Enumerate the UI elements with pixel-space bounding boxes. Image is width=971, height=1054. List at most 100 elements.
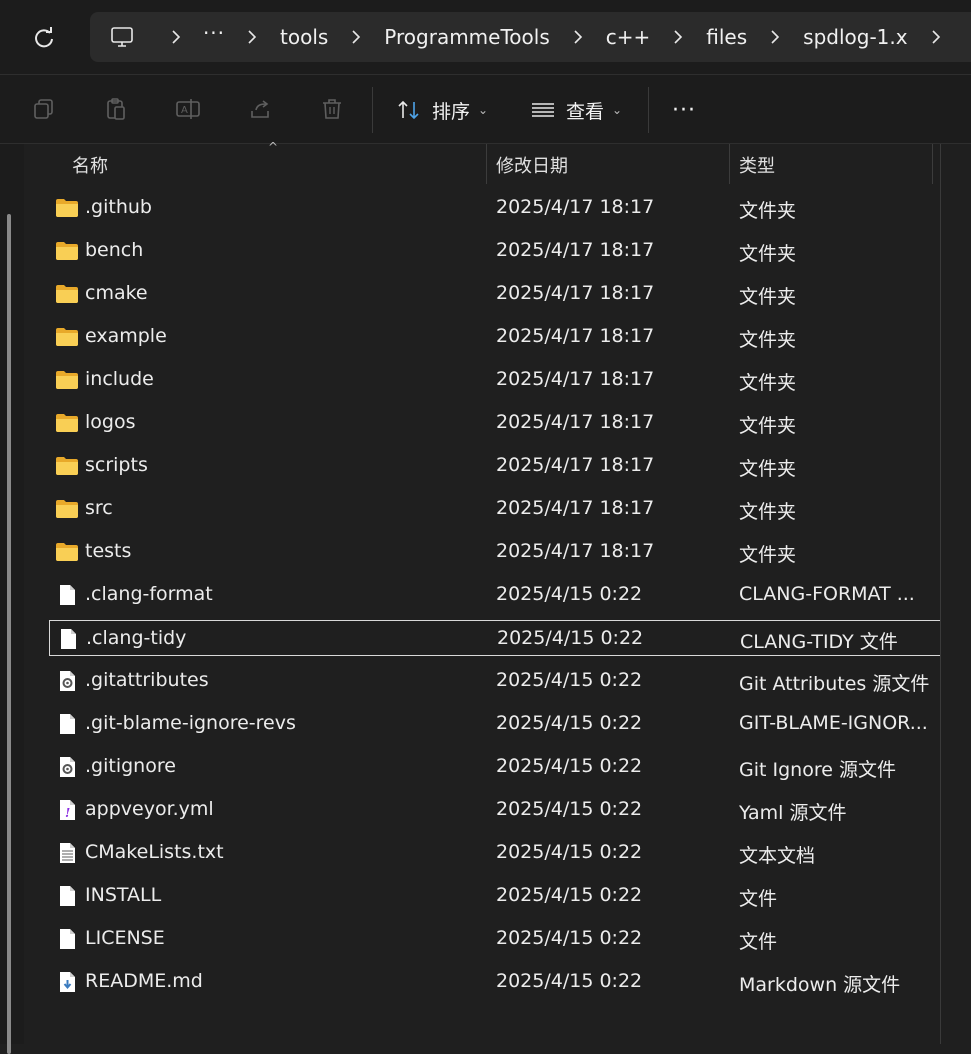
column-name-header[interactable]: 名称 bbox=[72, 152, 108, 178]
file-name: .github bbox=[85, 196, 152, 218]
file-row[interactable]: .clang-tidy 2025/4/15 0:22 CLANG-TIDY 文件 bbox=[49, 620, 940, 656]
file-type: 文件夹 bbox=[739, 501, 797, 523]
folder-icon bbox=[55, 239, 79, 263]
file-modified-date: 2025/4/17 18:17 bbox=[496, 239, 655, 261]
see-more-button[interactable]: ··· bbox=[672, 89, 696, 131]
file-name: bench bbox=[85, 239, 144, 261]
breadcrumb-programmetools[interactable]: ProgrammeTools bbox=[378, 25, 555, 49]
paste-icon[interactable] bbox=[102, 95, 130, 123]
svg-text:A: A bbox=[181, 105, 188, 116]
folder-icon bbox=[55, 325, 79, 349]
column-date-header[interactable]: 修改日期 bbox=[496, 152, 568, 178]
file-name: LICENSE bbox=[85, 927, 165, 949]
file-icon bbox=[55, 884, 79, 908]
file-row[interactable]: include 2025/4/17 18:17 文件夹 bbox=[49, 362, 940, 398]
file-row[interactable]: LICENSE 2025/4/15 0:22 文件 bbox=[49, 921, 940, 957]
file-icon bbox=[55, 712, 79, 736]
column-resize-handle[interactable] bbox=[932, 144, 933, 184]
file-name: logos bbox=[85, 411, 136, 433]
share-icon[interactable] bbox=[246, 95, 274, 123]
sort-label: 排序 bbox=[432, 100, 471, 123]
command-bar: A 排序 ⌄ 查看 ⌄ ··· bbox=[0, 74, 971, 144]
file-row[interactable]: .gitignore 2025/4/15 0:22 Git Ignore 源文件 bbox=[49, 749, 940, 785]
breadcrumb-cpp[interactable]: c++ bbox=[600, 25, 657, 49]
folder-icon bbox=[55, 540, 79, 564]
file-modified-date: 2025/4/15 0:22 bbox=[496, 841, 643, 863]
file-type: CLANG-FORMAT ... bbox=[739, 583, 915, 605]
column-resize-handle[interactable] bbox=[729, 144, 730, 184]
refresh-icon bbox=[35, 27, 53, 48]
file-list-pane: ^ 名称 修改日期 类型 .github 2025/4/17 18:17 文件夹 be… bbox=[0, 140, 971, 1054]
view-label: 查看 bbox=[566, 100, 605, 123]
chevron-right-icon[interactable] bbox=[334, 30, 378, 44]
file-row[interactable]: .clang-format 2025/4/15 0:22 CLANG-FORMAT … bbox=[49, 577, 940, 613]
file-row[interactable]: ! appveyor.yml 2025/4/15 0:22 Yaml 源文件 bbox=[49, 792, 940, 828]
file-modified-date: 2025/4/17 18:17 bbox=[496, 196, 655, 218]
file-row[interactable]: CMakeLists.txt 2025/4/15 0:22 文本文档 bbox=[49, 835, 940, 871]
scrollbar[interactable] bbox=[7, 214, 11, 1054]
file-name: .clang-format bbox=[85, 583, 213, 605]
refresh-button[interactable] bbox=[22, 16, 66, 60]
breadcrumb-tools[interactable]: tools bbox=[274, 25, 334, 49]
breadcrumb-spdlog[interactable]: spdlog-1.x bbox=[797, 25, 913, 49]
file-type: 文件 bbox=[739, 888, 778, 910]
breadcrumb-files[interactable]: files bbox=[700, 25, 753, 49]
folder-icon bbox=[55, 368, 79, 392]
chevron-down-icon: ⌄ bbox=[612, 103, 623, 117]
chevron-right-icon[interactable] bbox=[753, 30, 797, 44]
this-pc-icon[interactable] bbox=[90, 26, 154, 48]
file-row[interactable]: example 2025/4/17 18:17 文件夹 bbox=[49, 319, 940, 355]
file-row[interactable]: logos 2025/4/17 18:17 文件夹 bbox=[49, 405, 940, 441]
file-name: tests bbox=[85, 540, 132, 562]
file-modified-date: 2025/4/15 0:22 bbox=[496, 712, 643, 734]
yaml-file-icon: ! bbox=[55, 798, 79, 822]
file-row[interactable]: scripts 2025/4/17 18:17 文件夹 bbox=[49, 448, 940, 484]
file-name: .clang-tidy bbox=[86, 627, 187, 649]
toolbar-divider bbox=[648, 87, 649, 133]
chevron-right-icon[interactable] bbox=[230, 30, 274, 44]
file-type: Markdown 源文件 bbox=[739, 974, 901, 996]
copy-icon[interactable] bbox=[30, 95, 58, 123]
sort-ascending-icon: ^ bbox=[268, 140, 279, 154]
file-type: 文件夹 bbox=[739, 458, 797, 480]
file-modified-date: 2025/4/15 0:22 bbox=[496, 970, 643, 992]
file-row[interactable]: INSTALL 2025/4/15 0:22 文件 bbox=[49, 878, 940, 914]
file-name: src bbox=[85, 497, 113, 519]
column-type-header[interactable]: 类型 bbox=[739, 152, 775, 178]
file-modified-date: 2025/4/17 18:17 bbox=[496, 411, 655, 433]
toolbar-divider bbox=[372, 87, 373, 133]
rename-icon[interactable]: A bbox=[174, 95, 202, 123]
chevron-right-icon[interactable] bbox=[154, 30, 198, 44]
file-row[interactable]: .git-blame-ignore-revs 2025/4/15 0:22 GIT-… bbox=[49, 706, 940, 742]
file-row[interactable]: README.md 2025/4/15 0:22 Markdown 源文件 bbox=[49, 964, 940, 1000]
file-name: CMakeLists.txt bbox=[85, 841, 224, 863]
breadcrumb-overflow-button[interactable]: ··· bbox=[198, 21, 230, 45]
file-row[interactable]: tests 2025/4/17 18:17 文件夹 bbox=[49, 534, 940, 570]
chevron-down-icon: ⌄ bbox=[478, 103, 489, 117]
view-button[interactable]: 查看 ⌄ bbox=[530, 89, 622, 131]
chevron-right-icon[interactable] bbox=[556, 30, 600, 44]
file-modified-date: 2025/4/17 18:17 bbox=[496, 540, 655, 562]
file-type: 文件夹 bbox=[739, 329, 797, 351]
file-icon bbox=[55, 927, 79, 951]
file-row[interactable]: .gitattributes 2025/4/15 0:22 Git Attribut… bbox=[49, 663, 940, 699]
column-resize-handle[interactable] bbox=[486, 144, 487, 184]
navigation-pane-edge bbox=[0, 144, 24, 1054]
markdown-file-icon bbox=[55, 970, 79, 994]
file-row[interactable]: cmake 2025/4/17 18:17 文件夹 bbox=[49, 276, 940, 312]
file-row[interactable]: bench 2025/4/17 18:17 文件夹 bbox=[49, 233, 940, 269]
file-modified-date: 2025/4/15 0:22 bbox=[497, 627, 644, 649]
file-type: Yaml 源文件 bbox=[739, 802, 847, 824]
sort-button[interactable]: 排序 ⌄ bbox=[396, 89, 488, 131]
file-row[interactable]: src 2025/4/17 18:17 文件夹 bbox=[49, 491, 940, 527]
folder-icon bbox=[55, 282, 79, 306]
folder-icon bbox=[55, 411, 79, 435]
address-bar[interactable]: ··· tools ProgrammeTools c++ files spdlo… bbox=[90, 12, 971, 62]
chevron-right-icon[interactable] bbox=[656, 30, 700, 44]
file-row[interactable]: .github 2025/4/17 18:17 文件夹 bbox=[49, 190, 940, 226]
delete-icon[interactable] bbox=[318, 95, 346, 123]
chevron-right-icon[interactable] bbox=[914, 30, 958, 44]
file-name: example bbox=[85, 325, 167, 347]
file-type: Git Ignore 源文件 bbox=[739, 759, 896, 781]
file-modified-date: 2025/4/15 0:22 bbox=[496, 884, 643, 906]
